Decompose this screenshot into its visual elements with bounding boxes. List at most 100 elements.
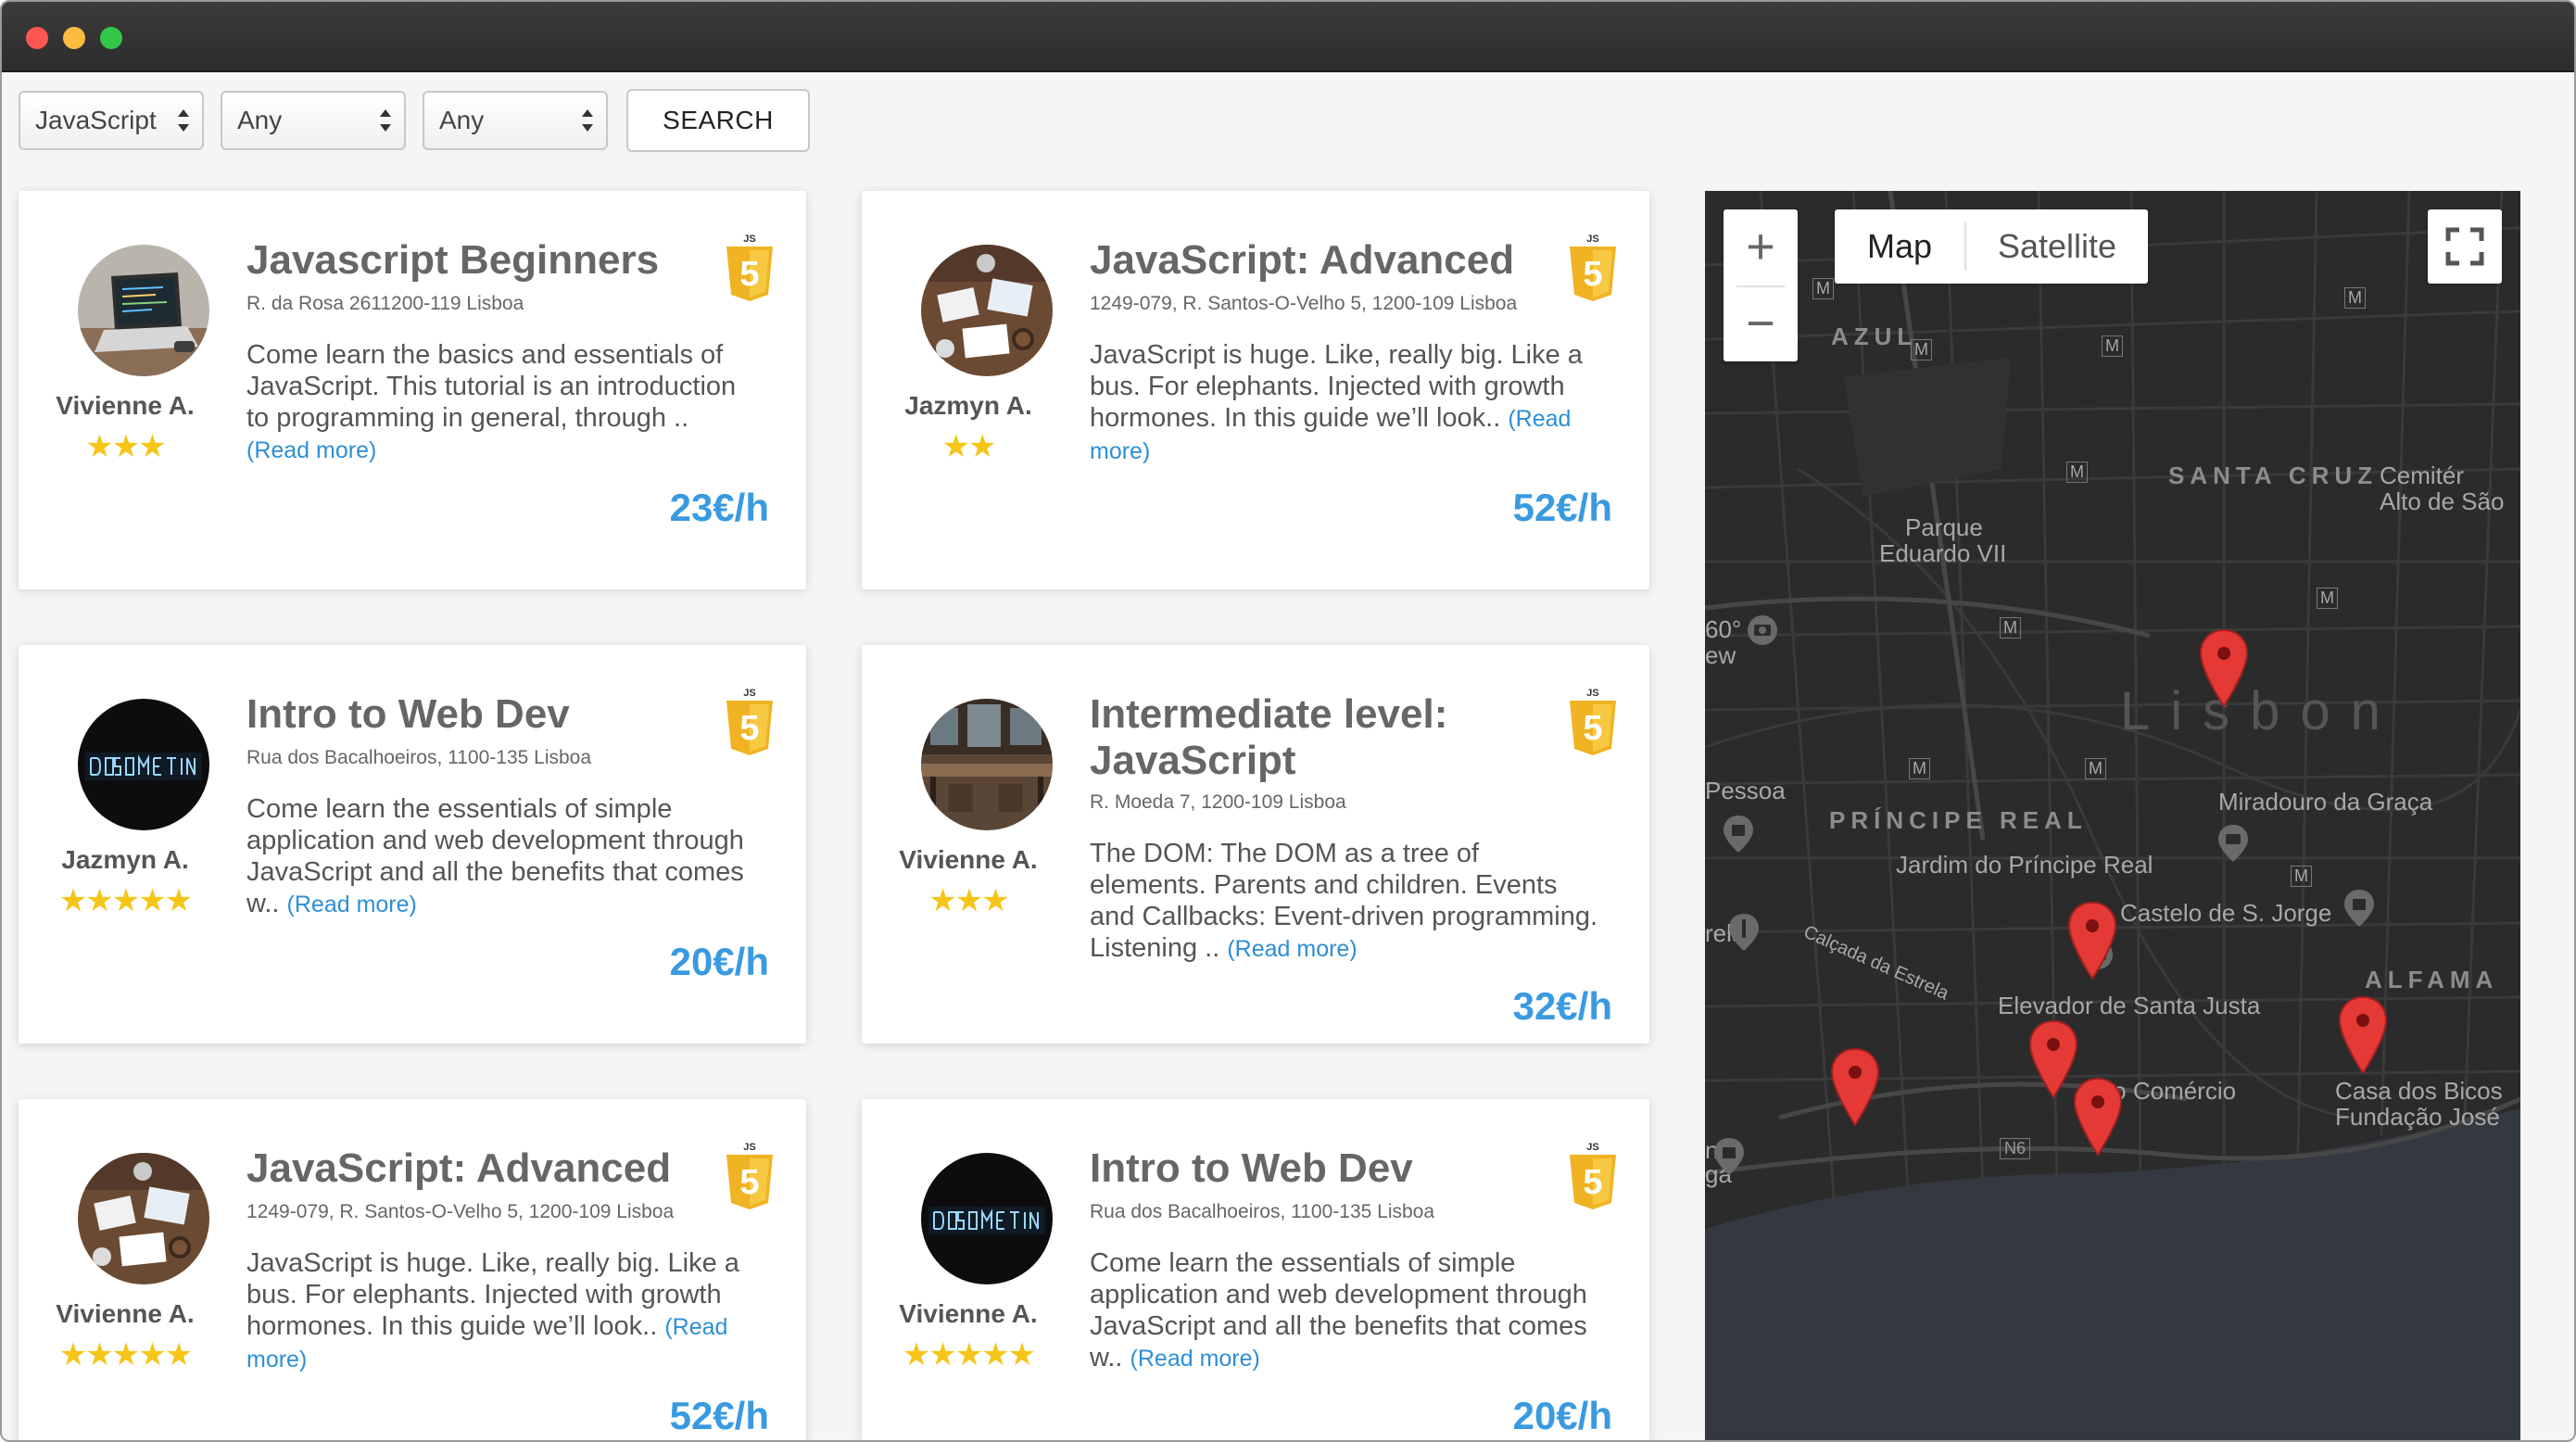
course-price: 32€/h	[1512, 984, 1612, 1028]
fullscreen-icon	[2445, 227, 2484, 266]
road-shield: N6	[2000, 1138, 2031, 1159]
course-description: JavaScript is huge. Like, really big. Li…	[1090, 339, 1599, 467]
fullscreen-button[interactable]	[2428, 209, 2502, 284]
laptop-avatar	[78, 245, 209, 376]
camera-poi-icon[interactable]	[1746, 613, 1779, 651]
maximize-window-button[interactable]	[100, 27, 122, 49]
course-card[interactable]: Jazmyn A. ★★ JavaScript: Advanced 1249-0…	[862, 191, 1649, 589]
map-type-button[interactable]: Map	[1835, 209, 1964, 284]
museum-poi-icon[interactable]	[1722, 814, 1755, 854]
desk-avatar	[921, 245, 1053, 376]
map-pin-icon[interactable]	[1829, 1047, 1881, 1127]
course-address: Rua dos Bacalhoeiros, 1100-135 Lisboa	[1090, 1201, 1435, 1222]
metro-icon: M	[2085, 758, 2106, 779]
read-more-link[interactable]: (Read more)	[246, 437, 376, 463]
minimize-window-button[interactable]	[63, 27, 85, 49]
filter-select-2-value: Any	[237, 106, 283, 134]
camera-poi-icon[interactable]	[2216, 823, 2250, 864]
zoom-in-button[interactable]: +	[1724, 209, 1798, 285]
svg-text:5: 5	[1583, 1163, 1602, 1202]
svg-text:JS: JS	[743, 1142, 755, 1153]
map-label: Jardim do Príncipe Real	[1896, 851, 2153, 879]
select-arrows-icon	[380, 106, 393, 135]
language-select[interactable]: JavaScript	[19, 91, 204, 150]
language-select-value: JavaScript	[35, 106, 157, 134]
filter-select-2[interactable]: Any	[221, 91, 406, 150]
map-pin-icon[interactable]	[2072, 1077, 2124, 1157]
course-title[interactable]: Intro to Web Dev	[246, 691, 728, 738]
map-type-control: Map Satellite	[1835, 209, 2148, 284]
svg-text:JS: JS	[1586, 1142, 1598, 1153]
star-rating: ★★★	[928, 883, 1009, 918]
close-window-button[interactable]	[26, 27, 48, 49]
select-arrows-icon	[582, 106, 595, 135]
course-title[interactable]: Intro to Web Dev	[1090, 1145, 1572, 1192]
map-label: Lisbon	[2120, 681, 2401, 741]
course-card[interactable]: Vivienne A. ★★★★★ JavaScript: Advanced 1…	[19, 1099, 806, 1440]
course-title[interactable]: JavaScript: Advanced	[246, 1145, 728, 1192]
museum-poi-icon[interactable]	[1712, 1136, 1746, 1177]
read-more-link[interactable]: (Read more)	[287, 892, 417, 917]
course-title[interactable]: JavaScript: Advanced	[1090, 237, 1572, 284]
star-rating: ★★★★★	[58, 1337, 193, 1372]
course-price: 52€/h	[669, 1394, 769, 1437]
satellite-type-button[interactable]: Satellite	[1966, 209, 2148, 284]
course-card[interactable]: Jazmyn A. ★★★★★ Intro to Web Dev Rua dos…	[19, 645, 806, 1044]
map-view[interactable]: AZUL SANTA CRUZ Cemitér Alto de São Parq…	[1705, 191, 2520, 1440]
course-title[interactable]: Javascript Beginners	[246, 237, 728, 284]
star-rating: ★★★★★	[58, 883, 193, 918]
window-titlebar	[2, 2, 2574, 72]
map-canvas	[1705, 191, 2520, 1440]
metro-icon: M	[2317, 588, 2338, 609]
course-price: 52€/h	[1512, 486, 1612, 529]
author-name: Jazmyn A.	[904, 391, 1032, 420]
author-name: Vivienne A.	[56, 1299, 195, 1328]
course-description: Come learn the essentials of simple appl…	[246, 793, 756, 920]
search-button[interactable]: SEARCH	[626, 89, 810, 152]
map-pin-icon[interactable]	[2198, 628, 2250, 708]
svg-text:JS: JS	[1586, 234, 1598, 245]
author-name: Jazmyn A.	[61, 845, 189, 874]
course-address: R. da Rosa 2611200-119 Lisboa	[246, 293, 524, 314]
map-label: Castelo de S. Jorge	[2120, 899, 2332, 927]
svg-text:5: 5	[739, 1163, 759, 1202]
course-address: R. Moeda 7, 1200-109 Lisboa	[1090, 791, 1346, 813]
map-pin-icon[interactable]	[2066, 901, 2118, 980]
map-pin-icon[interactable]	[2337, 995, 2389, 1075]
course-price: 20€/h	[669, 940, 769, 983]
map-label: Miradouro da Graça	[2218, 788, 2433, 816]
filter-select-3[interactable]: Any	[423, 91, 608, 150]
neon-avatar	[921, 1153, 1053, 1284]
map-label: SANTA CRUZ	[2168, 462, 2379, 489]
svg-text:5: 5	[739, 709, 759, 748]
map-label: Elevador de Santa Justa	[1998, 992, 2261, 1019]
filter-select-3-value: Any	[439, 106, 485, 134]
course-description: Come learn the essentials of simple appl…	[1090, 1247, 1599, 1374]
metro-icon: M	[2344, 287, 2366, 309]
select-arrows-icon	[178, 106, 191, 135]
office-avatar	[921, 699, 1053, 830]
js-badge-icon: JS 5	[726, 688, 773, 755]
course-card[interactable]: Vivienne A. ★★★ Javascript Beginners R. …	[19, 191, 806, 589]
map-label: Pessoa	[1705, 777, 1786, 804]
star-rating: ★★★	[85, 429, 166, 464]
page-content: JavaScript Any Any SEARCH Vivienne A. ★★…	[2, 74, 2574, 1440]
course-card[interactable]: Vivienne A. ★★★★★ Intro to Web Dev Rua d…	[862, 1099, 1649, 1440]
map-label: AZUL	[1831, 323, 1918, 350]
course-title[interactable]: Intermediate level: JavaScript	[1090, 691, 1572, 784]
svg-text:JS: JS	[1586, 688, 1598, 699]
js-badge-icon: JS 5	[726, 234, 773, 301]
castle-poi-icon[interactable]	[2342, 888, 2376, 929]
map-label: Parque	[1905, 513, 1983, 541]
zoom-control: + −	[1724, 209, 1798, 361]
svg-text:5: 5	[1583, 255, 1602, 294]
monument-poi-icon[interactable]	[1727, 912, 1761, 953]
svg-text:5: 5	[739, 255, 759, 294]
read-more-link[interactable]: (Read more)	[1227, 936, 1357, 962]
js-badge-icon: JS 5	[1570, 234, 1616, 301]
course-card[interactable]: Vivienne A. ★★★ Intermediate level: Java…	[862, 645, 1649, 1044]
zoom-out-button[interactable]: −	[1724, 287, 1798, 361]
metro-icon: M	[1909, 758, 1930, 779]
read-more-link[interactable]: (Read more)	[1130, 1346, 1260, 1372]
author-name: Vivienne A.	[56, 391, 195, 420]
